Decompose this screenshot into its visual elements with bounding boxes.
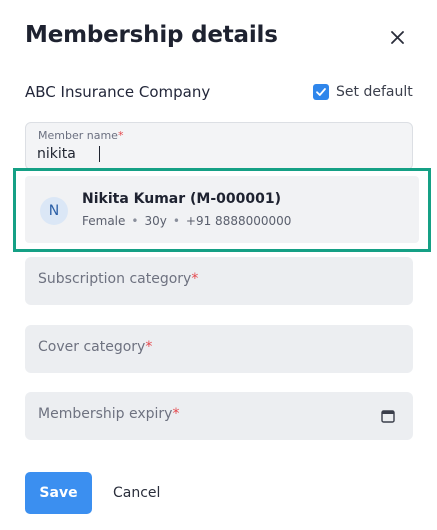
set-default-checkbox[interactable]: Set default: [313, 84, 413, 100]
checkbox-checked-icon[interactable]: [313, 84, 329, 100]
member-name-field[interactable]: Member name*: [25, 122, 413, 170]
member-suggestion-item[interactable]: N Nikita Kumar (M-000001) Female • 30y • +91…: [25, 176, 419, 243]
required-mark: *: [145, 339, 153, 355]
membership-expiry-label: Membership expiry*: [38, 406, 180, 422]
set-default-label: Set default: [336, 84, 413, 100]
subscription-category-label: Subscription category*: [38, 271, 199, 287]
suggestion-gender: Female: [82, 214, 126, 228]
required-mark: *: [117, 129, 124, 142]
dialog-title: Membership details: [25, 22, 278, 48]
company-name: ABC Insurance Company: [25, 83, 211, 101]
suggestion-highlight-frame: N Nikita Kumar (M-000001) Female • 30y • +91…: [13, 168, 431, 252]
save-button[interactable]: Save: [25, 472, 92, 514]
subscription-category-select[interactable]: Subscription category*: [25, 257, 413, 305]
cancel-button[interactable]: Cancel: [108, 472, 165, 514]
close-icon: [390, 30, 404, 44]
member-name-label: Member name*: [38, 129, 124, 142]
cover-category-label: Cover category*: [38, 339, 153, 355]
suggestion-meta: Female • 30y • +91 8888000000: [82, 214, 291, 228]
close-button[interactable]: [386, 26, 408, 48]
avatar: N: [40, 197, 68, 225]
text-caret: [99, 146, 100, 162]
membership-expiry-field[interactable]: Membership expiry*: [25, 392, 413, 440]
suggestion-age: 30y: [144, 214, 167, 228]
calendar-icon[interactable]: [381, 409, 395, 423]
required-mark: *: [191, 271, 199, 287]
separator-dot: •: [172, 214, 180, 228]
required-mark: *: [172, 406, 180, 422]
cover-category-select[interactable]: Cover category*: [25, 325, 413, 373]
suggestion-name: Nikita Kumar (M-000001): [82, 191, 282, 207]
separator-dot: •: [131, 214, 139, 228]
suggestion-phone: +91 8888000000: [185, 214, 292, 228]
member-name-input[interactable]: [37, 144, 397, 164]
